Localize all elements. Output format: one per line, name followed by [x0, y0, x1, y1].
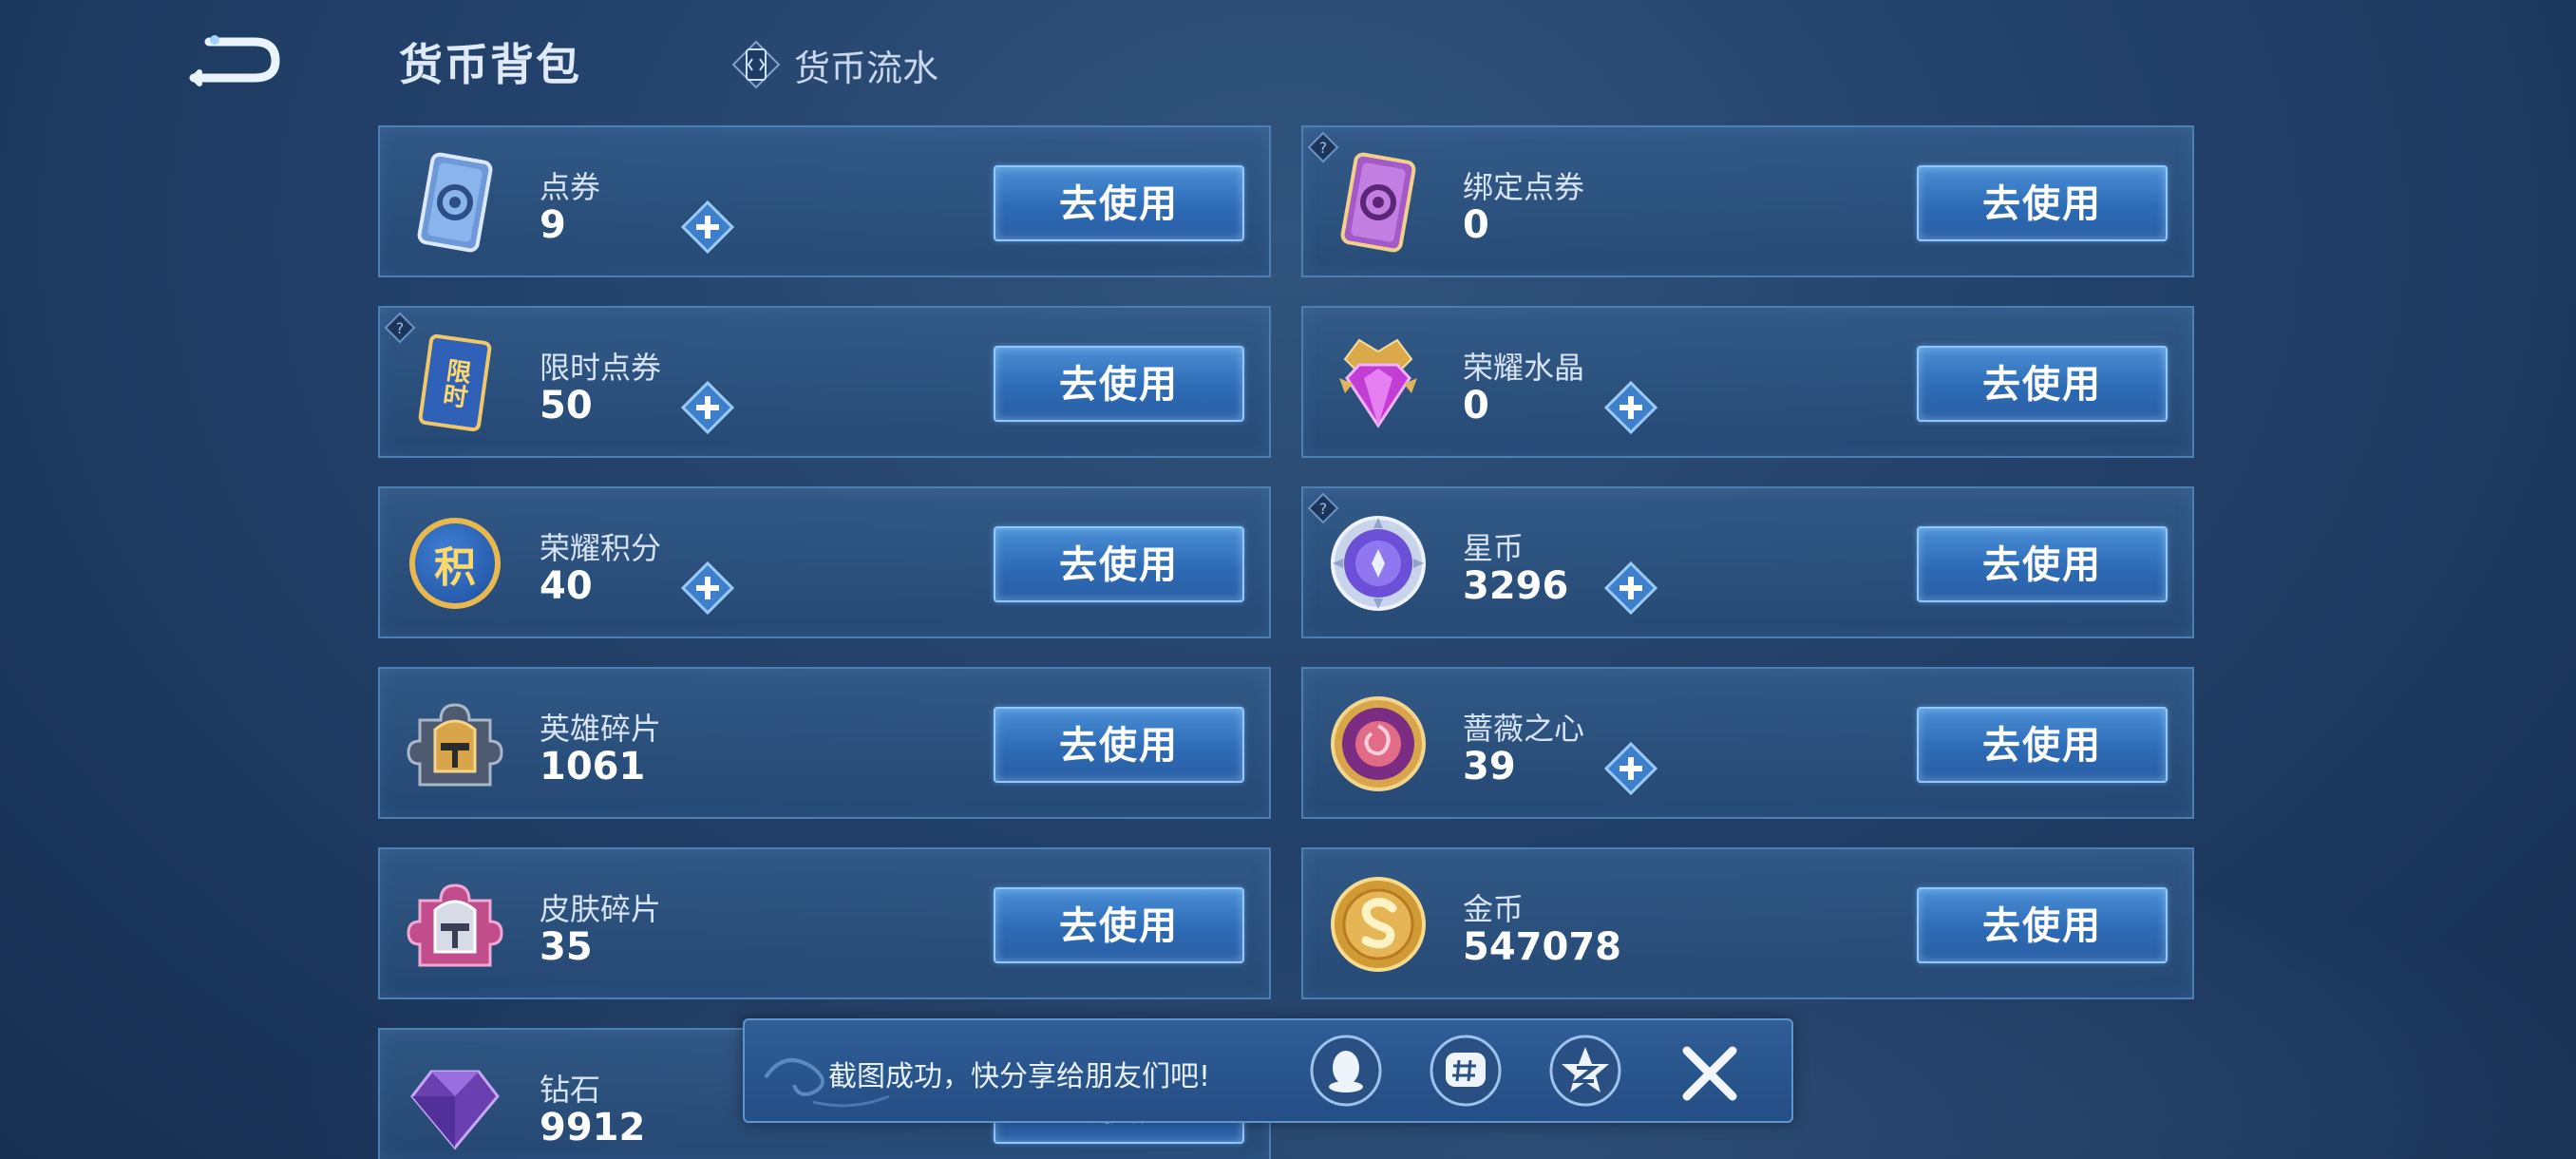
- currency-card-limited-voucher: ? 限时 限时点券 50 去使用: [378, 306, 1271, 458]
- currency-amount: 1061: [540, 745, 646, 788]
- bound-voucher-icon: [1340, 152, 1416, 253]
- add-plus-icon[interactable]: [1603, 741, 1658, 796]
- currency-name: 钻石: [540, 1072, 601, 1108]
- currency-card-bound-voucher: ? 绑定点券 0 去使用: [1301, 125, 2194, 277]
- add-plus-icon[interactable]: [680, 380, 735, 435]
- toast-message: 截图成功，快分享给朋友们吧!: [828, 1060, 1211, 1093]
- currency-name: 点券: [540, 169, 601, 205]
- currency-name: 限时点券: [540, 350, 662, 386]
- currency-amount: 9: [540, 203, 566, 247]
- page-title: 货币背包: [399, 39, 581, 90]
- currency-amount: 9912: [540, 1106, 646, 1150]
- add-plus-icon[interactable]: [1603, 380, 1658, 435]
- currency-card-hero-shard: 英雄碎片 1061 去使用: [378, 667, 1271, 819]
- hero-shard-icon: [407, 703, 503, 787]
- currency-amount: 39: [1463, 745, 1516, 788]
- share-qq-icon[interactable]: [1309, 1034, 1383, 1108]
- currency-amount: 3296: [1463, 564, 1569, 608]
- screenshot-share-toast: 截图成功，快分享给朋友们吧!: [743, 1018, 1793, 1123]
- use-button[interactable]: 去使用: [1917, 887, 2168, 963]
- add-plus-icon[interactable]: [680, 560, 735, 616]
- rose-heart-icon: [1331, 696, 1426, 791]
- currency-name: 皮肤碎片: [540, 891, 662, 927]
- currency-amount: 50: [540, 384, 593, 428]
- currency-amount: 35: [540, 925, 593, 969]
- currency-name: 英雄碎片: [540, 711, 662, 747]
- close-icon[interactable]: [1674, 1037, 1746, 1110]
- voucher-icon: [417, 152, 493, 253]
- use-button[interactable]: 去使用: [1917, 526, 2168, 602]
- currency-card-gold-coin: 金币 547078 去使用: [1301, 847, 2194, 999]
- add-plus-icon[interactable]: [1603, 560, 1658, 616]
- use-button[interactable]: 去使用: [1917, 346, 2168, 422]
- limited-voucher-icon: 限时: [403, 331, 507, 435]
- use-button[interactable]: 去使用: [1917, 165, 2168, 241]
- star-coin-icon: [1331, 516, 1426, 611]
- use-button[interactable]: 去使用: [994, 165, 1244, 241]
- currency-name: 绑定点券: [1463, 169, 1585, 205]
- points-badge-text: 积: [434, 543, 476, 592]
- currency-name: 星币: [1463, 530, 1525, 566]
- use-button[interactable]: 去使用: [994, 346, 1244, 422]
- currency-name: 荣耀水晶: [1463, 350, 1585, 386]
- crystal-icon: [1339, 338, 1417, 428]
- use-button[interactable]: 去使用: [994, 887, 1244, 963]
- use-button[interactable]: 去使用: [1917, 707, 2168, 783]
- currency-name: 蔷薇之心: [1463, 711, 1585, 747]
- currency-amount: 547078: [1463, 925, 1621, 969]
- limited-badge-text: 限时: [437, 356, 473, 409]
- glory-points-icon: 积: [403, 511, 507, 616]
- ledger-icon: [731, 40, 781, 89]
- currency-card-voucher: 点券 9 去使用: [378, 125, 1271, 277]
- ledger-label: 货币流水: [794, 47, 939, 89]
- use-button[interactable]: 去使用: [994, 526, 1244, 602]
- back-button[interactable]: [180, 28, 285, 95]
- diamond-icon: [410, 1070, 500, 1150]
- currency-card-skin-shard: 皮肤碎片 35 去使用: [378, 847, 1271, 999]
- gold-coin-icon: [1331, 877, 1426, 972]
- currency-amount: 0: [1463, 384, 1489, 428]
- currency-ledger-link[interactable]: 货币流水: [731, 36, 938, 93]
- currency-card-rose-heart: 蔷薇之心 39 去使用: [1301, 667, 2194, 819]
- skin-shard-icon: [407, 884, 503, 967]
- currency-card-glory-crystal: 荣耀水晶 0 去使用: [1301, 306, 2194, 458]
- share-topic-icon[interactable]: [1429, 1034, 1503, 1108]
- currency-amount: 0: [1463, 203, 1489, 247]
- currency-name: 金币: [1463, 891, 1525, 927]
- back-arrow-icon: [189, 35, 280, 86]
- currency-card-star-coin: ? 星币 3296 去使用: [1301, 486, 2194, 638]
- add-plus-icon[interactable]: [680, 200, 735, 255]
- share-qzone-icon[interactable]: [1548, 1034, 1622, 1108]
- currency-amount: 40: [540, 564, 593, 608]
- use-button[interactable]: 去使用: [994, 707, 1244, 783]
- currency-card-glory-points: 积 荣耀积分 40 去使用: [378, 486, 1271, 638]
- currency-name: 荣耀积分: [540, 530, 662, 566]
